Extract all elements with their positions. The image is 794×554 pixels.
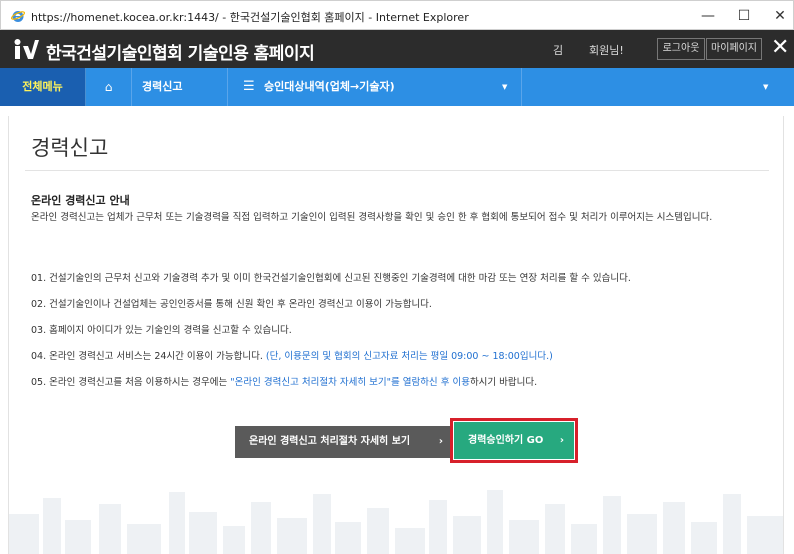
chevron-right-icon: › (438, 436, 443, 447)
chevron-down-icon[interactable]: ▼ (763, 68, 768, 106)
content-area: 경력신고 온라인 경력신고 안내 온라인 경력신고는 업체가 근무처 또는 기술… (8, 116, 784, 554)
notice-text: 05. 온라인 경력신고를 처음 이용하시는 경우에는 (31, 377, 231, 388)
nav-divider (521, 68, 522, 106)
logout-button[interactable]: 로그아웃 (657, 38, 705, 60)
minimize-button[interactable]: — (693, 5, 723, 27)
site-header: 한국건설기술인협회 기술인용 홈페이지 김 회원님! 로그아웃 마이페이지 ✕ (0, 30, 794, 68)
mypage-button[interactable]: 마이페이지 (706, 38, 762, 60)
nav-career-report[interactable]: 경력신고 (132, 68, 228, 106)
user-greeting: 회원님! (589, 44, 624, 57)
browser-title: https://homenet.kocea.or.kr:1443/ - 한국건설… (31, 11, 469, 24)
maximize-button[interactable]: ☐ (729, 5, 759, 27)
chevron-right-icon: › (559, 435, 564, 446)
all-menu-button[interactable]: 전체메뉴 (0, 68, 86, 106)
nav-approval-dropdown[interactable]: 승인대상내역(업체→기술자) (264, 68, 395, 106)
notice-text: 하시기 바랍니다. (469, 377, 538, 388)
process-detail-button[interactable]: 온라인 경력신고 처리절차 자세히 보기 › (235, 426, 453, 458)
kocea-logo-icon (14, 39, 39, 59)
divider (25, 170, 769, 171)
notice-item: 04. 온라인 경력신고 서비스는 24시간 이용이 가능합니다. (단, 이용… (31, 348, 553, 362)
menu-icon: ☰ (243, 79, 255, 94)
section-description: 온라인 경력신고는 업체가 근무처 또는 기술경력을 직접 입력하고 기술인이 … (31, 212, 713, 223)
notice-item: 02. 건설기술인이나 건설업체는 공인인증서를 통해 신원 확인 후 온라인 … (31, 299, 432, 310)
button-label: 경력승인하기 GO (468, 435, 544, 446)
notice-text: 04. 온라인 경력신고 서비스는 24시간 이용이 가능합니다. (31, 351, 266, 362)
notice-highlight: (단, 이용문의 및 협회의 신고자료 처리는 평일 09:00 ~ 18:00… (265, 351, 553, 362)
site-title: 한국건설기술인협회 기술인용 홈페이지 (46, 44, 315, 64)
close-icon[interactable]: ✕ (771, 35, 789, 61)
home-icon[interactable]: ⌂ (86, 68, 132, 106)
notice-highlight: "온라인 경력신고 처리절차 자세히 보기"를 열람하신 후 이용 (230, 377, 470, 388)
chevron-down-icon[interactable]: ▼ (502, 68, 507, 106)
approve-career-go-button[interactable]: 경력승인하기 GO › (454, 422, 574, 459)
city-skyline-decoration (9, 490, 783, 554)
main-nav: 전체메뉴 ⌂ 경력신고 ☰ 승인대상내역(업체→기술자) ▼ ▼ (0, 68, 794, 106)
browser-titlebar: https://homenet.kocea.or.kr:1443/ - 한국건설… (0, 0, 794, 30)
notice-item: 03. 홈페이지 아이디가 있는 기술인의 경력을 신고할 수 있습니다. (31, 325, 292, 336)
user-name: 김 (553, 44, 564, 57)
page-title: 경력신고 (31, 136, 109, 160)
window-close-button[interactable]: ✕ (765, 5, 794, 27)
section-heading: 온라인 경력신고 안내 (31, 194, 130, 207)
button-label: 온라인 경력신고 처리절차 자세히 보기 (249, 436, 411, 447)
internet-explorer-icon (11, 11, 25, 22)
notice-item: 05. 온라인 경력신고를 처음 이용하시는 경우에는 "온라인 경력신고 처리… (31, 374, 537, 388)
notice-item: 01. 건설기술인의 근무처 신고와 기술경력 추가 및 이미 한국건설기술인협… (31, 273, 631, 284)
